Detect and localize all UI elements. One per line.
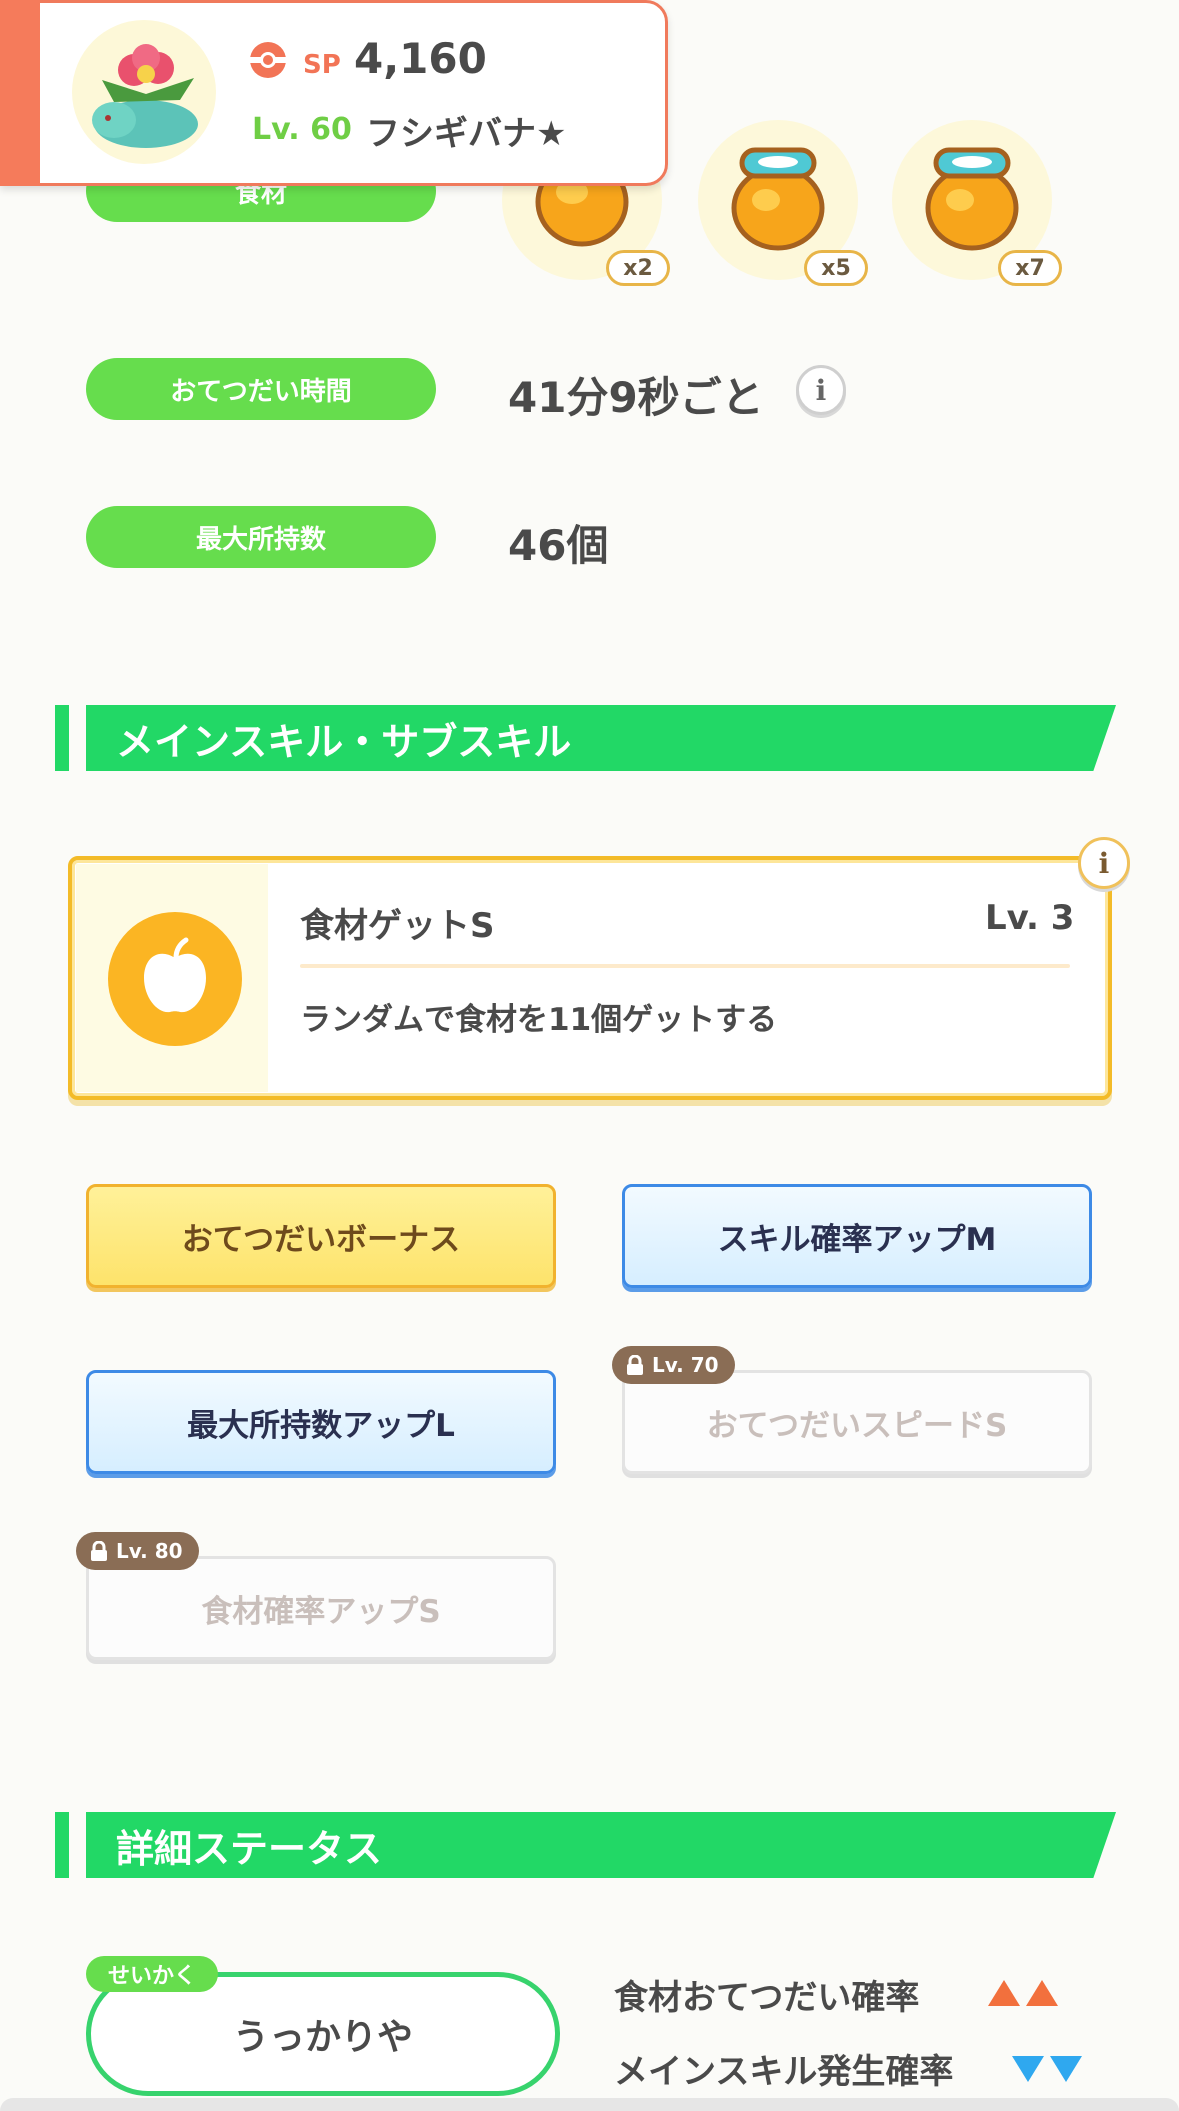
section-marker xyxy=(55,1812,69,1878)
ingredient-count-2: x5 xyxy=(804,250,868,286)
stat-label: メインスキル発生確率 xyxy=(614,2052,954,2092)
unlock-level-tag: Lv. 70 xyxy=(612,1346,735,1384)
max-carry-value: 46個 xyxy=(508,521,609,570)
unlock-level-label: Lv. 80 xyxy=(116,1539,183,1563)
unlock-level-tag: Lv. 80 xyxy=(76,1532,199,1570)
sp-value: 4,160 xyxy=(354,34,487,83)
main-skill-divider xyxy=(300,964,1070,968)
sub-skill-button-locked[interactable]: おてつだいスピードS xyxy=(622,1370,1092,1474)
venusaur-icon xyxy=(92,44,198,148)
nature-tag: せいかく xyxy=(86,1956,219,1992)
main-skill-info-icon[interactable]: i xyxy=(1078,837,1130,889)
max-carry-label: 最大所持数 xyxy=(86,506,436,568)
section-marker xyxy=(55,705,69,771)
pokeball-icon xyxy=(250,42,286,78)
up-arrow-icon xyxy=(1026,1980,1058,2006)
ingredient-count-1: x2 xyxy=(606,250,670,286)
skills-section-title: メインスキル・サブスキル xyxy=(86,705,1116,771)
details-section-title: 詳細ステータス xyxy=(86,1812,1116,1878)
pokemon-level: Lv. 60 xyxy=(252,112,352,147)
help-time-label: おてつだい時間 xyxy=(86,358,436,420)
help-time-value: 41分9秒ごと xyxy=(508,373,764,422)
sub-skill-button[interactable]: スキル確率アップM xyxy=(622,1184,1092,1288)
main-skill-name: 食材ゲットS xyxy=(300,906,495,946)
up-arrow-icon xyxy=(988,1980,1020,2006)
sub-skill-button[interactable]: おてつだいボーナス xyxy=(86,1184,556,1288)
apple-icon xyxy=(144,937,206,1013)
pokemon-name: フシギバナ★ xyxy=(366,114,567,154)
down-arrow-icon xyxy=(1050,2056,1082,2082)
main-skill-description: ランダムで食材を11個ゲットする xyxy=(300,1002,778,1038)
lock-icon xyxy=(91,1541,107,1561)
header-accent-strip xyxy=(0,0,40,186)
sub-skill-button-locked[interactable]: 食材確率アップS xyxy=(86,1556,556,1660)
sub-skill-button[interactable]: 最大所持数アップL xyxy=(86,1370,556,1474)
help-time-info-icon[interactable]: i xyxy=(796,365,846,415)
down-arrow-icon xyxy=(1012,2056,1044,2082)
bottom-sheet-edge xyxy=(0,2098,1179,2111)
lock-icon xyxy=(627,1355,643,1375)
honey-jar-icon xyxy=(925,147,1019,251)
sp-label: SP xyxy=(303,50,341,80)
main-skill-level: Lv. 3 xyxy=(985,898,1075,938)
ingredient-count-3: x7 xyxy=(998,250,1062,286)
honey-jar-icon xyxy=(731,147,825,251)
stat-label: 食材おてつだい確率 xyxy=(614,1978,920,2018)
unlock-level-label: Lv. 70 xyxy=(652,1353,719,1377)
